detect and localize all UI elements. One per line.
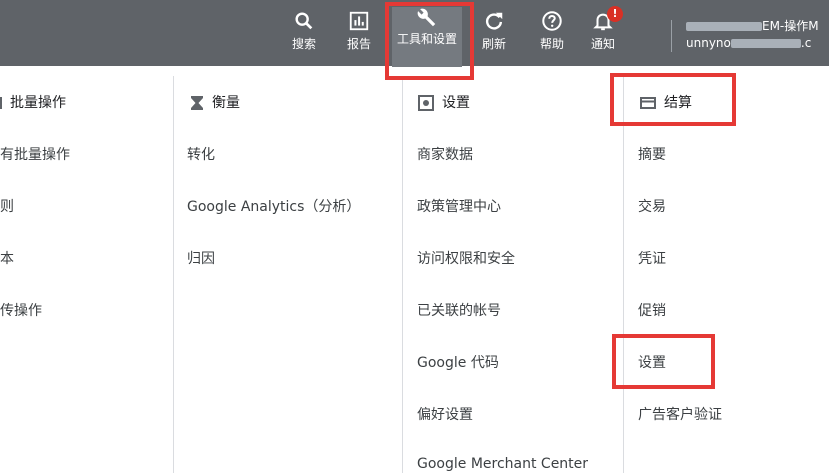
report-label: 报告 (346, 37, 371, 51)
help-icon (542, 11, 562, 31)
account-name: EM-操作M (762, 19, 819, 33)
setup-item-business-data[interactable]: 商家数据 (417, 144, 473, 164)
billing-column: 结算 摘要 交易 凭证 促销 设置 广告客户验证 (624, 76, 829, 473)
billing-item-documents[interactable]: 凭证 (638, 248, 666, 268)
setup-item-access-security[interactable]: 访问权限和安全 (417, 248, 515, 268)
highlight-box-billing (610, 73, 736, 126)
billing-item-transactions[interactable]: 交易 (638, 196, 666, 216)
setup-heading: 设置 (418, 92, 470, 112)
account-email-tail: .c (800, 36, 812, 50)
account-name-line: EM-操作M (686, 18, 819, 35)
refresh-icon (485, 12, 503, 30)
search-button[interactable]: 搜索 (282, 10, 326, 52)
bar-chart-icon (349, 11, 369, 31)
search-label: 搜索 (291, 37, 316, 51)
refresh-label: 刷新 (481, 37, 506, 51)
settings-icon (418, 95, 434, 111)
bulk-actions-column: 批量操作 有批量操作 则 本 传操作 (0, 76, 174, 473)
setup-item-google-tag[interactable]: Google 代码 (417, 352, 499, 372)
measurement-column: 衡量 转化 Google Analytics（分析） 归因 (174, 76, 403, 473)
setup-column: 设置 商家数据 政策管理中心 访问权限和安全 已关联的帐号 Google 代码 … (403, 76, 624, 473)
setup-item-merchant-center[interactable]: Google Merchant Center (417, 456, 588, 472)
billing-item-advertiser-verification[interactable]: 广告客户验证 (638, 404, 722, 424)
help-label: 帮助 (539, 37, 564, 51)
account-info[interactable]: EM-操作M unnyno .c (686, 18, 819, 52)
measure-item-conversions[interactable]: 转化 (187, 144, 215, 164)
setup-item-policy-manager[interactable]: 政策管理中心 (417, 196, 501, 216)
help-button[interactable]: 帮助 (530, 10, 574, 52)
account-email: unnyno (686, 36, 731, 50)
search-icon (295, 12, 313, 30)
highlight-box-billing-settings (612, 334, 715, 389)
bulk-item-rules[interactable]: 则 (0, 196, 14, 216)
bulk-item-all[interactable]: 有批量操作 (0, 144, 70, 164)
highlight-box-tools (385, 2, 474, 80)
measurement-heading: 衡量 (190, 92, 240, 112)
bulk-item-uploads[interactable]: 传操作 (0, 300, 42, 320)
notify-label: 通知 (590, 37, 615, 51)
measure-item-attribution[interactable]: 归因 (187, 248, 215, 268)
bulk-icon (0, 97, 2, 109)
notifications-button[interactable]: ! 通知 (581, 6, 625, 52)
bulk-actions-heading: 批量操作 (0, 92, 66, 112)
redacted-text (730, 39, 801, 48)
setup-item-linked-accounts[interactable]: 已关联的帐号 (417, 300, 501, 320)
account-email-line: unnyno .c (686, 35, 819, 52)
setup-item-preferences[interactable]: 偏好设置 (417, 404, 473, 424)
notification-badge: ! (607, 6, 623, 22)
report-button[interactable]: 报告 (337, 10, 381, 52)
billing-item-promotions[interactable]: 促销 (638, 300, 666, 320)
measure-item-google-analytics[interactable]: Google Analytics（分析） (187, 196, 360, 216)
redacted-text (686, 22, 762, 31)
bulk-item-scripts[interactable]: 本 (0, 248, 14, 268)
toolbar-divider (671, 20, 672, 52)
hourglass-icon (191, 96, 203, 110)
refresh-button[interactable]: 刷新 (472, 10, 516, 52)
billing-item-summary[interactable]: 摘要 (638, 144, 666, 164)
